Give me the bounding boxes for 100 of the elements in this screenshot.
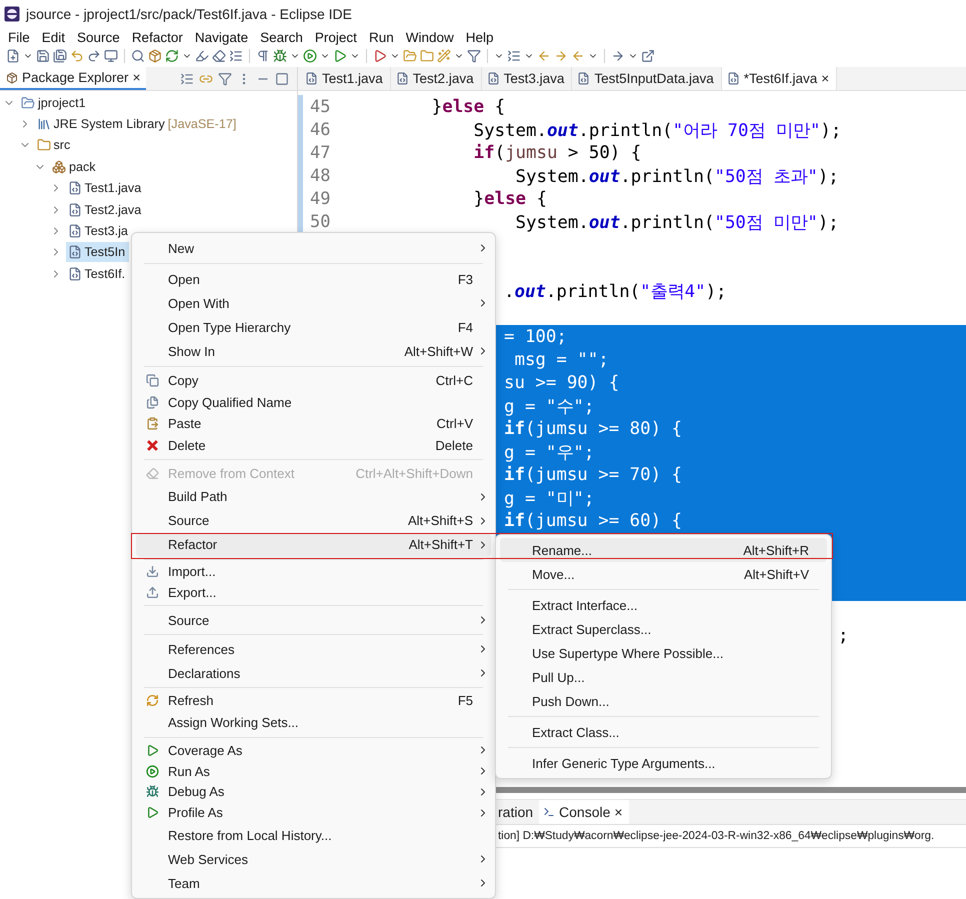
tree-item[interactable]: Test5In bbox=[66, 242, 130, 262]
run-icon[interactable] bbox=[303, 49, 317, 63]
tree-item[interactable]: Test6If. bbox=[66, 264, 130, 284]
menu-item[interactable]: Show In Alt+Shift+W bbox=[136, 339, 491, 363]
tree-item[interactable]: pack bbox=[50, 156, 100, 177]
close-button[interactable]: × bbox=[614, 804, 623, 820]
monitor-icon[interactable] bbox=[104, 49, 118, 63]
menu-item[interactable]: References bbox=[136, 637, 491, 662]
editor-tab[interactable]: Test1.java bbox=[300, 67, 391, 90]
menu-item[interactable]: Pull Up... bbox=[500, 665, 827, 689]
menu-item[interactable]: Open With bbox=[136, 291, 491, 315]
tree-item[interactable]: src bbox=[34, 135, 74, 156]
menu-item[interactable]: Open Type Hierarchy F4 bbox=[136, 315, 491, 339]
list-icon[interactable] bbox=[507, 49, 521, 63]
editor-tab[interactable]: Test2.java bbox=[390, 67, 482, 90]
play-icon[interactable] bbox=[333, 49, 347, 63]
new-file-icon[interactable] bbox=[6, 49, 20, 63]
package-icon[interactable] bbox=[148, 49, 162, 63]
play-icon[interactable] bbox=[373, 49, 387, 63]
filter-icon[interactable] bbox=[218, 72, 232, 86]
menu-item[interactable]: Assign Working Sets... bbox=[136, 710, 491, 735]
menu-item-label: Rename... bbox=[532, 542, 593, 558]
menu-item[interactable]: Web Services bbox=[136, 847, 491, 872]
refresh-icon[interactable] bbox=[165, 49, 179, 63]
menu-item[interactable]: Source bbox=[136, 608, 491, 632]
close-button[interactable]: × bbox=[821, 71, 830, 86]
menu-item[interactable]: Infer Generic Type Arguments... bbox=[500, 751, 827, 775]
search-icon[interactable] bbox=[131, 49, 145, 63]
menu-item-label: Extract Class... bbox=[532, 724, 620, 740]
menu-item[interactable]: Paste Ctrl+V bbox=[136, 413, 491, 434]
tree-item[interactable]: Test1.java bbox=[66, 178, 146, 198]
menu-item[interactable]: Run As bbox=[136, 760, 491, 782]
menu-bar-item[interactable]: Source bbox=[71, 30, 126, 44]
bug-icon[interactable] bbox=[273, 49, 287, 63]
undo-icon[interactable] bbox=[70, 49, 84, 63]
menu-bar-item[interactable]: Project bbox=[308, 30, 363, 44]
forward-icon[interactable] bbox=[554, 49, 568, 63]
menu-bar-item[interactable]: File bbox=[2, 30, 36, 44]
save-all-icon[interactable] bbox=[53, 49, 67, 63]
menu-item[interactable]: Source Alt+Shift+S bbox=[136, 508, 491, 532]
menu-item[interactable]: Copy Qualified Name bbox=[136, 392, 491, 413]
tree-item[interactable]: Test2.java bbox=[66, 200, 146, 220]
shortcut-label: Alt+Shift+W bbox=[404, 344, 473, 358]
filter-icon[interactable] bbox=[467, 49, 481, 63]
menu-item[interactable]: Delete Delete bbox=[136, 434, 491, 456]
menu-item[interactable]: Open F3 bbox=[136, 267, 491, 291]
package-icon bbox=[6, 72, 18, 84]
menu-bar-item[interactable]: Navigate bbox=[188, 30, 254, 44]
tree-item[interactable]: Test3.ja bbox=[66, 221, 132, 242]
menu-item-label: Import... bbox=[168, 564, 217, 580]
menu-item[interactable]: Rename... Alt+Shift+R bbox=[500, 538, 827, 562]
tree-item[interactable]: jproject1 bbox=[19, 92, 90, 113]
menu-item[interactable]: Refactor Alt+Shift+T bbox=[136, 532, 491, 556]
menu-bar-item[interactable]: Edit bbox=[36, 30, 72, 44]
maximize-icon[interactable] bbox=[275, 72, 289, 86]
menu-bar-item[interactable]: Run bbox=[362, 30, 400, 44]
highlighter-icon[interactable] bbox=[195, 49, 209, 63]
tree-item[interactable]: JRE System Library [JavaSE-17] bbox=[34, 114, 240, 134]
menu-item[interactable]: Extract Interface... bbox=[500, 593, 827, 617]
editor-tab[interactable]: *Test6If.java × bbox=[722, 67, 838, 90]
menu-item[interactable]: New bbox=[136, 236, 491, 260]
menu-item[interactable]: Extract Superclass... bbox=[500, 617, 827, 641]
menu-item[interactable]: Push Down... bbox=[500, 689, 827, 713]
menu-bar-item[interactable]: Window bbox=[400, 30, 460, 44]
menu-item[interactable]: Debug As bbox=[136, 781, 491, 802]
shortcut-label: Ctrl+C bbox=[436, 373, 473, 388]
collapse-icon[interactable] bbox=[180, 72, 194, 86]
save-icon[interactable] bbox=[36, 49, 50, 63]
menu-item[interactable]: Build Path bbox=[136, 484, 491, 508]
menu-item[interactable]: Declarations bbox=[136, 661, 491, 686]
menu-item[interactable]: Move... Alt+Shift+V bbox=[500, 562, 827, 586]
menu-item[interactable]: Use Supertype Where Possible... bbox=[500, 641, 827, 665]
redo-icon[interactable] bbox=[87, 49, 101, 63]
eraser-icon[interactable] bbox=[212, 49, 226, 63]
menu-bar-item[interactable]: Help bbox=[460, 30, 500, 44]
list-icon[interactable] bbox=[229, 49, 243, 63]
java-file-icon bbox=[68, 181, 82, 196]
menu-item[interactable]: Copy Ctrl+C bbox=[136, 370, 491, 392]
view-tab[interactable]: Package Explorer × bbox=[0, 67, 146, 90]
view-tab[interactable]: ration bbox=[494, 800, 540, 824]
view-tab[interactable]: Console × bbox=[539, 800, 629, 824]
menu-item[interactable]: Export... bbox=[136, 582, 491, 604]
close-button[interactable]: × bbox=[132, 70, 140, 85]
java-file-icon bbox=[396, 72, 409, 85]
editor-tab[interactable]: Test3.java bbox=[482, 67, 572, 90]
menu-item[interactable]: Coverage As bbox=[136, 740, 491, 761]
tree-item-label: Test6If. bbox=[84, 266, 126, 281]
menu-item[interactable]: Restore from Local History... bbox=[136, 823, 491, 848]
menu-item[interactable]: Profile As bbox=[136, 802, 491, 824]
forward-icon[interactable] bbox=[611, 49, 625, 63]
menu-bar-item[interactable]: Refactor bbox=[126, 30, 189, 44]
menu-item[interactable]: Extract Class... bbox=[500, 720, 827, 744]
menu-item-label: Build Path bbox=[168, 489, 228, 504]
folder-icon[interactable] bbox=[420, 49, 434, 63]
pilcrow-icon[interactable] bbox=[256, 49, 270, 63]
open-window-icon[interactable] bbox=[641, 49, 655, 63]
menu-bar-item[interactable]: Search bbox=[254, 30, 309, 44]
menu-item[interactable]: Import... bbox=[136, 562, 491, 582]
menu-item[interactable]: Team bbox=[136, 871, 491, 896]
menu-item[interactable]: Refresh F5 bbox=[136, 690, 491, 711]
